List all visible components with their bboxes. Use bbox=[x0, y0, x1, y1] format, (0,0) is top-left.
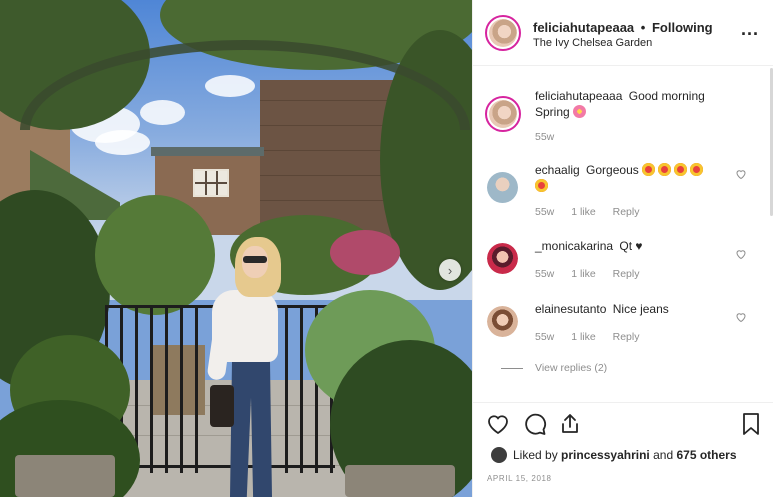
comment-meta: 55w 1 like Reply bbox=[535, 268, 653, 280]
post-photo[interactable]: › bbox=[0, 0, 472, 497]
comment-meta: 55w 1 like Reply bbox=[535, 206, 653, 218]
liker-avatar[interactable] bbox=[491, 447, 507, 463]
shrub bbox=[95, 195, 215, 315]
comment-row: _monicakarina Qt ♥ 55w 1 like Reply bbox=[473, 238, 763, 288]
planter-pot bbox=[345, 465, 455, 497]
view-replies-button[interactable]: View replies (2) bbox=[535, 362, 607, 374]
author-username[interactable]: feliciahutapeaaa bbox=[533, 20, 634, 35]
comment-age: 55w bbox=[535, 331, 555, 343]
heart-eyes-emoji bbox=[690, 163, 704, 176]
post-date[interactable]: APRIL 15, 2018 bbox=[487, 474, 552, 483]
handbag bbox=[210, 385, 234, 427]
caption-meta: 55w bbox=[535, 131, 568, 143]
heart-eyes-emoji bbox=[642, 163, 656, 176]
reply-button[interactable]: Reply bbox=[613, 268, 640, 280]
comment-username[interactable]: elainesutanto bbox=[535, 302, 606, 316]
comment-like-heart-icon[interactable] bbox=[735, 248, 747, 260]
following-button[interactable]: Following bbox=[652, 20, 713, 35]
comment-text: echaalig Gorgeous bbox=[535, 162, 730, 194]
author-avatar[interactable] bbox=[485, 15, 521, 51]
comments-list[interactable]: feliciahutapeaaa Good morning Spring 55w… bbox=[473, 66, 773, 406]
comment-body: Nice jeans bbox=[612, 302, 669, 316]
likes-count[interactable]: 675 others bbox=[676, 448, 736, 462]
more-options-icon[interactable]: ... bbox=[741, 20, 761, 39]
caption: feliciahutapeaaa Good morning Spring 55w bbox=[473, 88, 763, 148]
liked-by-prefix: Liked by bbox=[513, 448, 558, 462]
comment-row: elainesutanto Nice jeans 55w 1 like Repl… bbox=[473, 301, 763, 351]
comment-likes[interactable]: 1 like bbox=[571, 206, 596, 218]
commenter-avatar[interactable] bbox=[487, 306, 518, 337]
sunglasses bbox=[243, 256, 267, 263]
comment-body: Qt ♥ bbox=[619, 239, 643, 253]
house-window bbox=[193, 169, 229, 197]
next-slide-chevron-icon[interactable]: › bbox=[439, 259, 461, 281]
like-heart-icon[interactable] bbox=[486, 412, 510, 436]
location-link[interactable]: The Ivy Chelsea Garden bbox=[533, 37, 652, 49]
post-actions: Liked by princessyahrini and 675 others … bbox=[473, 402, 773, 497]
planter-pot bbox=[15, 455, 115, 497]
header-user-line: feliciahutapeaaa • Following bbox=[533, 20, 713, 35]
caption-text: feliciahutapeaaa Good morning Spring bbox=[535, 88, 735, 120]
reply-button[interactable]: Reply bbox=[613, 206, 640, 218]
heart-eyes-emoji bbox=[658, 163, 672, 176]
comment-body: Gorgeous bbox=[586, 163, 639, 177]
comment-text: _monicakarina Qt ♥ bbox=[535, 238, 730, 254]
comment-like-heart-icon[interactable] bbox=[735, 311, 747, 323]
flower-emoji bbox=[573, 105, 587, 118]
commenter-avatar[interactable] bbox=[487, 243, 518, 274]
comment-row: echaalig Gorgeous 55w 1 like Reply bbox=[473, 162, 763, 222]
post-header: feliciahutapeaaa • Following The Ivy Che… bbox=[473, 0, 773, 66]
comment-likes[interactable]: 1 like bbox=[571, 268, 596, 280]
comment-age: 55w bbox=[535, 268, 555, 280]
comment-meta: 55w 1 like Reply bbox=[535, 331, 653, 343]
heart-eyes-emoji bbox=[535, 179, 548, 192]
commenter-avatar[interactable] bbox=[487, 172, 518, 203]
save-bookmark-icon[interactable] bbox=[739, 412, 763, 436]
comment-like-heart-icon[interactable] bbox=[735, 168, 747, 180]
caption-username[interactable]: feliciahutapeaaa bbox=[535, 89, 622, 103]
cloud bbox=[95, 130, 150, 155]
comment-icon[interactable] bbox=[523, 412, 547, 436]
liker-username[interactable]: princessyahrini bbox=[561, 448, 650, 462]
comment-username[interactable]: echaalig bbox=[535, 163, 580, 177]
caption-avatar[interactable] bbox=[485, 96, 521, 132]
comment-age: 55w bbox=[535, 206, 555, 218]
post-side-panel: feliciahutapeaaa • Following The Ivy Che… bbox=[472, 0, 773, 497]
share-icon[interactable] bbox=[558, 412, 582, 436]
person-top bbox=[212, 290, 278, 362]
reply-button[interactable]: Reply bbox=[613, 331, 640, 343]
caption-age: 55w bbox=[535, 131, 555, 143]
separator-dot: • bbox=[640, 20, 646, 35]
flower-bush bbox=[330, 230, 400, 275]
comment-likes[interactable]: 1 like bbox=[571, 331, 596, 343]
liked-by-text: Liked by princessyahrini and 675 others bbox=[491, 447, 737, 463]
liked-by-and: and bbox=[653, 448, 674, 462]
heart-eyes-emoji bbox=[674, 163, 688, 176]
comment-username[interactable]: _monicakarina bbox=[535, 239, 613, 253]
comment-text: elainesutanto Nice jeans bbox=[535, 301, 730, 317]
